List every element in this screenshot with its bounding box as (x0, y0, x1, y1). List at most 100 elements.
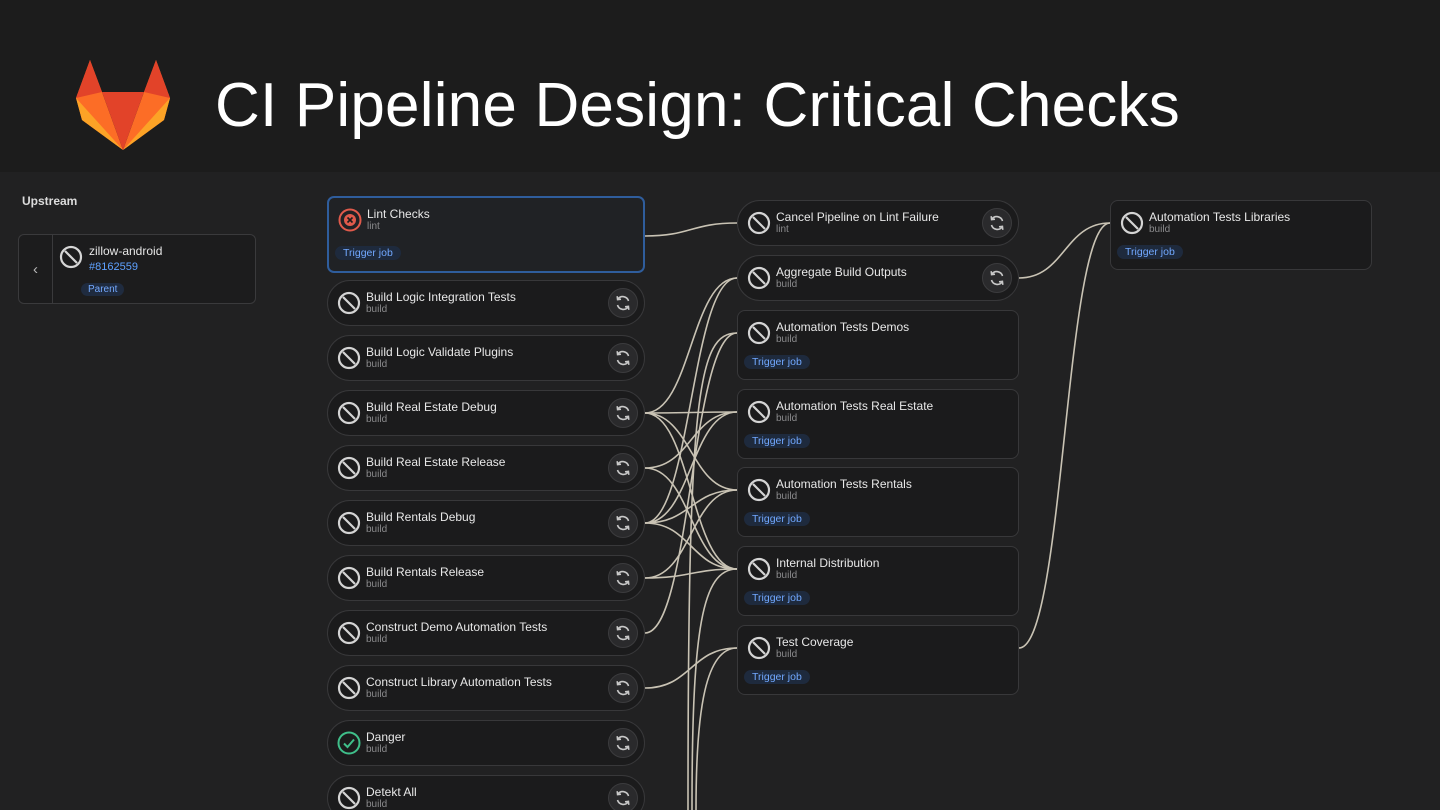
trigger-job-badge[interactable]: Trigger job (335, 246, 401, 260)
upstream-pipeline-link[interactable]: #8162559 (89, 261, 138, 273)
job-stage: build (366, 634, 388, 645)
job-stage: build (366, 414, 388, 425)
job-name: Detekt All (366, 785, 417, 799)
dependency-link (695, 647, 738, 810)
job-lint-checks[interactable]: Lint Checks lint Trigger job (327, 196, 645, 273)
retry-job-button[interactable] (608, 563, 638, 593)
upstream-pipeline-card[interactable]: ‹ zillow-android #8162559 Parent (18, 234, 256, 304)
retry-job-button[interactable] (608, 618, 638, 648)
retry-icon (614, 404, 632, 422)
trigger-job-badge[interactable]: Trigger job (744, 591, 810, 605)
job-construct-library-automation-tests[interactable]: Construct Library Automation Tests build (327, 665, 645, 711)
retry-icon (614, 734, 632, 752)
failed-status-icon (337, 207, 363, 238)
job-build-real-estate-debug[interactable]: Build Real Estate Debug build (327, 390, 645, 436)
job-construct-demo-automation-tests[interactable]: Construct Demo Automation Tests build (327, 610, 645, 656)
skipped-status-icon (336, 400, 362, 431)
retry-icon (614, 294, 632, 312)
job-stage: build (776, 334, 798, 345)
job-automation-tests-real-estate[interactable]: Automation Tests Real Estate build Trigger… (737, 389, 1019, 459)
dependency-link (644, 411, 738, 414)
retry-job-button[interactable] (608, 728, 638, 758)
job-danger[interactable]: Danger build (327, 720, 645, 766)
upstream-project-name: zillow-android (89, 244, 163, 258)
job-stage: build (1149, 224, 1171, 235)
job-stage: build (776, 279, 798, 290)
skipped-status-icon (746, 399, 772, 430)
slide-header: CI Pipeline Design: Critical Checks (0, 0, 1440, 172)
retry-job-button[interactable] (608, 398, 638, 428)
trigger-job-badge[interactable]: Trigger job (744, 512, 810, 526)
job-name: Danger (366, 730, 406, 744)
chevron-left-icon: ‹ (33, 260, 38, 278)
dependency-link (644, 411, 738, 469)
skipped-status-icon (336, 675, 362, 706)
retry-job-button[interactable] (608, 288, 638, 318)
retry-job-button[interactable] (608, 453, 638, 483)
dependency-link (644, 332, 738, 634)
dependency-link (691, 568, 738, 810)
job-stage: build (776, 649, 798, 660)
job-name: Construct Demo Automation Tests (366, 620, 548, 634)
dependency-link (1018, 222, 1111, 279)
job-name: Automation Tests Demos (776, 320, 910, 334)
collapse-upstream-button[interactable]: ‹ (19, 235, 53, 303)
job-build-rentals-debug[interactable]: Build Rentals Debug build (327, 500, 645, 546)
retry-job-button[interactable] (608, 508, 638, 538)
skipped-status-icon (59, 245, 83, 269)
job-stage: build (776, 491, 798, 502)
skipped-status-icon (336, 290, 362, 321)
retry-icon (614, 459, 632, 477)
trigger-job-badge[interactable]: Trigger job (1117, 245, 1183, 259)
job-stage: build (366, 304, 388, 315)
job-automation-tests-demos[interactable]: Automation Tests Demos build Trigger job (737, 310, 1019, 380)
skipped-status-icon (336, 510, 362, 541)
job-build-logic-validate-plugins[interactable]: Build Logic Validate Plugins build (327, 335, 645, 381)
job-build-rentals-release[interactable]: Build Rentals Release build (327, 555, 645, 601)
dependency-link (687, 332, 738, 810)
skipped-status-icon (746, 477, 772, 508)
trigger-job-badge[interactable]: Trigger job (744, 355, 810, 369)
job-name: Automation Tests Rentals (776, 477, 912, 491)
page-title: CI Pipeline Design: Critical Checks (215, 71, 1180, 140)
retry-job-button[interactable] (982, 263, 1012, 293)
job-build-real-estate-release[interactable]: Build Real Estate Release build (327, 445, 645, 491)
job-stage: build (366, 799, 388, 810)
job-test-coverage[interactable]: Test Coverage build Trigger job (737, 625, 1019, 695)
job-stage: build (366, 469, 388, 480)
job-automation-tests-libraries[interactable]: Automation Tests Libraries build Trigger j… (1110, 200, 1372, 270)
job-stage: build (366, 579, 388, 590)
skipped-status-icon (336, 345, 362, 376)
job-name: Build Real Estate Debug (366, 400, 497, 414)
job-name: Test Coverage (776, 635, 854, 649)
job-aggregate-build-outputs[interactable]: Aggregate Build Outputs build (737, 255, 1019, 301)
skipped-status-icon (746, 556, 772, 587)
job-automation-tests-rentals[interactable]: Automation Tests Rentals build Trigger job (737, 467, 1019, 537)
retry-icon (614, 569, 632, 587)
trigger-job-badge[interactable]: Trigger job (744, 434, 810, 448)
job-internal-distribution[interactable]: Internal Distribution build Trigger job (737, 546, 1019, 616)
job-build-logic-integration-tests[interactable]: Build Logic Integration Tests build (327, 280, 645, 326)
job-name: Construct Library Automation Tests (366, 675, 552, 689)
job-stage: build (366, 744, 388, 755)
job-name: Automation Tests Real Estate (776, 399, 934, 413)
skipped-status-icon (746, 210, 772, 241)
dependency-link (1018, 222, 1111, 649)
job-stage: lint (776, 224, 789, 235)
job-detekt-all[interactable]: Detekt All build (327, 775, 645, 810)
skipped-status-icon (1119, 210, 1145, 241)
skipped-status-icon (336, 565, 362, 596)
job-stage: build (366, 524, 388, 535)
job-cancel-pipeline-on-lint-failure[interactable]: Cancel Pipeline on Lint Failure lint (737, 200, 1019, 246)
trigger-job-badge[interactable]: Trigger job (744, 670, 810, 684)
skipped-status-icon (336, 785, 362, 810)
retry-job-button[interactable] (608, 783, 638, 810)
retry-icon (988, 214, 1006, 232)
retry-job-button[interactable] (608, 673, 638, 703)
parent-badge: Parent (81, 283, 125, 296)
retry-job-button[interactable] (982, 208, 1012, 238)
retry-icon (988, 269, 1006, 287)
retry-job-button[interactable] (608, 343, 638, 373)
job-name: Aggregate Build Outputs (776, 265, 907, 279)
job-name: Lint Checks (367, 207, 430, 221)
